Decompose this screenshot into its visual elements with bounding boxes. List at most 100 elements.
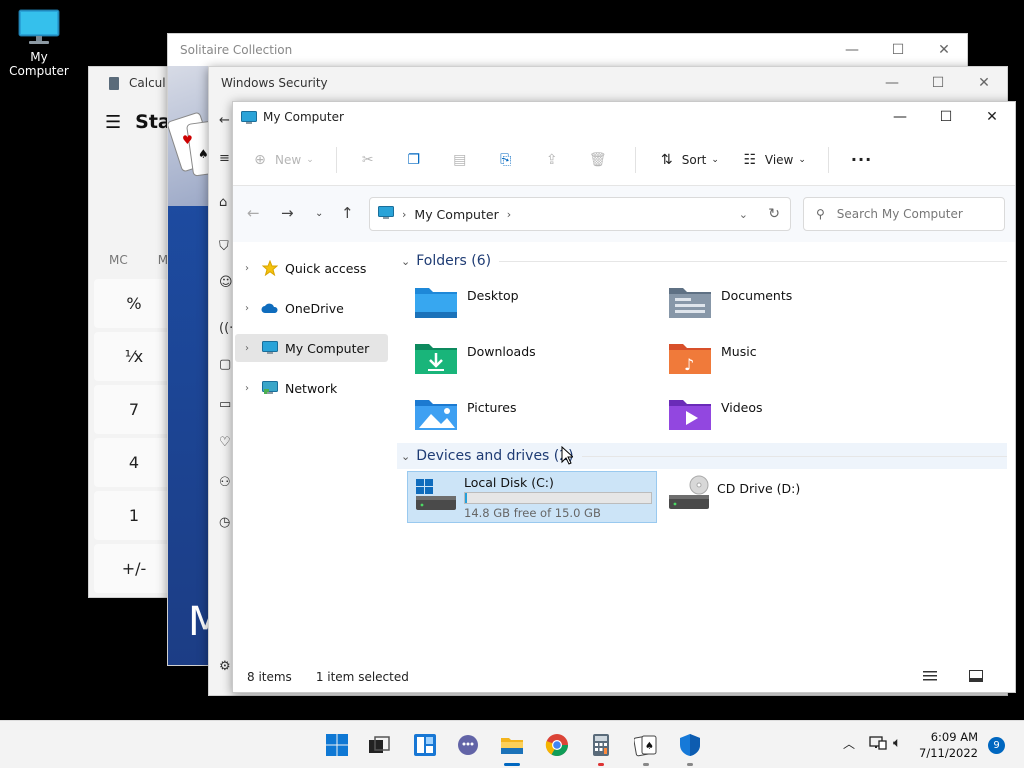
nav-item-my-computer[interactable]: › My Computer bbox=[235, 334, 388, 362]
folder-desktop[interactable]: Desktop bbox=[407, 282, 647, 330]
home-icon[interactable]: ⌂ bbox=[219, 195, 227, 210]
widgets-icon[interactable] bbox=[413, 733, 437, 757]
folder-videos[interactable]: Videos bbox=[661, 394, 901, 442]
nav-item-network[interactable]: › Network bbox=[235, 374, 388, 402]
minimize-icon[interactable]: — bbox=[869, 67, 915, 99]
drive-local-disk-c[interactable]: Local Disk (C:) 14.8 GB free of 15.0 GB bbox=[407, 471, 657, 523]
nav-item-onedrive[interactable]: › OneDrive bbox=[235, 294, 388, 322]
nav-item-quick-access[interactable]: › Quick access bbox=[235, 254, 388, 282]
clock[interactable]: 6:09 AM 7/11/2022 bbox=[919, 729, 978, 761]
drives-group-header[interactable]: ⌄ Devices and drives (2) bbox=[397, 443, 1007, 469]
more-label: ··· bbox=[850, 150, 873, 169]
device-security-icon[interactable]: ▭ bbox=[219, 397, 231, 412]
chevron-down-icon[interactable]: ⌄ bbox=[401, 255, 410, 268]
file-explorer-icon[interactable] bbox=[500, 733, 524, 766]
chrome-icon[interactable] bbox=[545, 733, 569, 757]
app-control-icon[interactable]: ▢ bbox=[219, 357, 231, 372]
chevron-right-icon[interactable]: › bbox=[245, 303, 261, 314]
shield-icon[interactable]: ⛉ bbox=[219, 239, 229, 254]
network-status-icon[interactable] bbox=[869, 735, 887, 755]
maximize-icon[interactable]: ☐ bbox=[915, 67, 961, 99]
refresh-icon[interactable]: ↻ bbox=[768, 206, 780, 222]
family-icon[interactable]: ⚇ bbox=[219, 475, 231, 490]
close-icon[interactable]: ✕ bbox=[921, 34, 967, 66]
chevron-up-icon[interactable]: ︿ bbox=[843, 735, 855, 752]
windows-security-icon[interactable] bbox=[678, 733, 702, 766]
solitaire-title: Solitaire Collection bbox=[180, 43, 293, 57]
folder-music[interactable]: ♪ Music bbox=[661, 338, 901, 386]
chat-icon[interactable] bbox=[456, 733, 480, 757]
person-icon[interactable]: ☺ bbox=[219, 275, 233, 290]
maximize-icon[interactable]: ☐ bbox=[875, 34, 921, 66]
one-key[interactable]: 1 bbox=[94, 491, 174, 540]
rename-icon: ⎘ bbox=[500, 151, 512, 168]
task-view-icon[interactable] bbox=[367, 733, 391, 757]
recent-chevron-icon[interactable]: ⌄ bbox=[315, 208, 323, 219]
chevron-right-icon[interactable]: › bbox=[245, 383, 261, 394]
maximize-icon[interactable]: ☐ bbox=[923, 102, 969, 132]
rename-button[interactable]: ⎘ bbox=[497, 151, 521, 169]
settings-gear-icon[interactable]: ⚙ bbox=[219, 659, 231, 674]
solitaire-titlebar[interactable]: Solitaire Collection — ☐ ✕ bbox=[168, 34, 967, 66]
folder-documents[interactable]: Documents bbox=[661, 282, 901, 330]
health-icon[interactable]: ♡ bbox=[219, 435, 231, 450]
minimize-icon[interactable]: — bbox=[877, 102, 923, 132]
cut-button[interactable]: ✂ bbox=[359, 151, 383, 169]
drive-usage-bar bbox=[464, 492, 652, 504]
calculator-title: Calcul bbox=[129, 76, 166, 90]
seven-key[interactable]: 7 bbox=[94, 385, 174, 434]
folder-label: Desktop bbox=[467, 288, 519, 303]
back-arrow-icon[interactable]: ← bbox=[247, 204, 260, 222]
breadcrumb-chevron-icon[interactable]: › bbox=[402, 208, 406, 221]
copy-button[interactable]: ❐ bbox=[405, 151, 429, 169]
search-box[interactable]: ⚲ Search My Computer bbox=[803, 197, 1005, 231]
share-button[interactable]: ⇪ bbox=[543, 151, 567, 169]
minimize-icon[interactable]: — bbox=[829, 34, 875, 66]
up-arrow-icon[interactable]: ↑ bbox=[341, 204, 354, 222]
details-view-icon[interactable] bbox=[923, 670, 937, 682]
breadcrumb-location[interactable]: My Computer bbox=[414, 207, 498, 222]
breadcrumb-chevron-icon[interactable]: › bbox=[507, 208, 511, 221]
back-arrow-icon[interactable]: ← bbox=[219, 113, 230, 128]
chevron-down-icon[interactable]: ⌄ bbox=[401, 450, 410, 463]
more-options-button[interactable]: ··· bbox=[851, 150, 872, 169]
start-icon[interactable] bbox=[325, 733, 349, 757]
menu-icon[interactable]: ≡ bbox=[219, 151, 230, 166]
four-key[interactable]: 4 bbox=[94, 438, 174, 487]
reciprocal-key[interactable]: ¹⁄x bbox=[94, 332, 174, 381]
address-bar[interactable]: › My Computer › ⌄ ↻ bbox=[369, 197, 791, 231]
sort-button[interactable]: ⇅ Sort ⌄ bbox=[658, 151, 719, 169]
close-icon[interactable]: ✕ bbox=[961, 67, 1007, 99]
close-icon[interactable]: ✕ bbox=[969, 102, 1015, 132]
volume-icon[interactable]: 🔈︎ bbox=[893, 735, 901, 751]
notification-badge[interactable]: 9 bbox=[988, 737, 1005, 754]
tiles-view-icon[interactable] bbox=[969, 670, 983, 682]
paste-button[interactable]: ▤ bbox=[451, 151, 475, 169]
drive-usage-fill bbox=[465, 493, 468, 503]
selection-count: 1 item selected bbox=[315, 670, 409, 684]
negate-key[interactable]: +/- bbox=[94, 544, 174, 593]
delete-button[interactable]: 🗑 bbox=[589, 151, 613, 169]
solitaire-icon[interactable]: ♠ bbox=[633, 733, 658, 766]
chevron-right-icon[interactable]: › bbox=[245, 263, 261, 274]
folder-downloads[interactable]: Downloads bbox=[407, 338, 647, 386]
forward-arrow-icon[interactable]: → bbox=[281, 204, 294, 222]
calculator-icon[interactable] bbox=[589, 733, 613, 766]
new-button[interactable]: ⊕ New ⌄ bbox=[251, 151, 314, 169]
view-button[interactable]: ☷ View ⌄ bbox=[741, 151, 806, 169]
memory-clear-button[interactable]: MC bbox=[109, 253, 128, 267]
folders-group-header[interactable]: ⌄ Folders (6) bbox=[397, 248, 1007, 274]
folder-label: Music bbox=[721, 344, 757, 359]
file-explorer-window[interactable]: My Computer — ☐ ✕ ⊕ New ⌄ ✂ ❐ ▤ ⎘ ⇪ 🗑 ⇅ … bbox=[232, 101, 1016, 693]
view-layout-icon: ☷ bbox=[743, 151, 757, 168]
drive-cd-d[interactable]: CD Drive (D:) bbox=[661, 471, 911, 523]
percent-key[interactable]: % bbox=[94, 279, 174, 328]
chevron-right-icon[interactable]: › bbox=[245, 343, 261, 354]
chevron-down-icon[interactable]: ⌄ bbox=[739, 208, 748, 221]
security-titlebar[interactable]: Windows Security — ☐ ✕ bbox=[209, 67, 1007, 99]
folder-pictures[interactable]: Pictures bbox=[407, 394, 647, 442]
history-icon[interactable]: ◷ bbox=[219, 515, 230, 530]
explorer-titlebar[interactable]: My Computer — ☐ ✕ bbox=[233, 102, 1015, 132]
desktop-icon-my-computer[interactable]: My Computer bbox=[0, 8, 78, 78]
hamburger-icon[interactable]: ☰ bbox=[105, 112, 121, 133]
